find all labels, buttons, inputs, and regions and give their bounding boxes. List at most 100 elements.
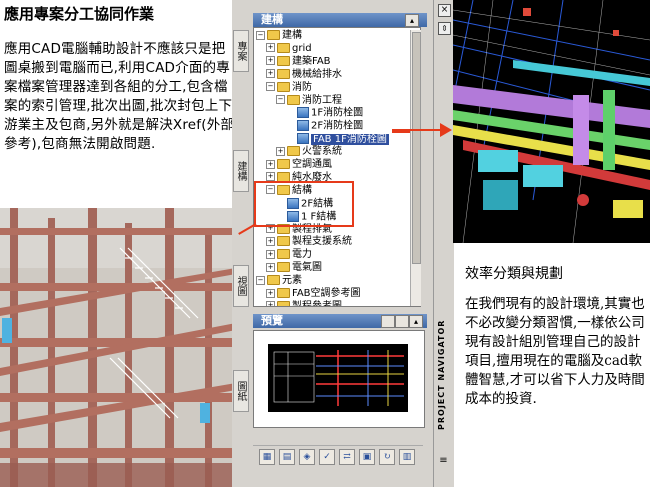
tree-item[interactable]: + 火警系統 xyxy=(276,146,342,158)
tree-item-label: FAB 1F消防栓圖 xyxy=(311,133,389,145)
tree-item[interactable]: − 消防 xyxy=(266,81,312,94)
tree-item-selected[interactable]: FAB 1F消防栓圖 xyxy=(286,133,389,145)
tree-item-label: 電氣圖 xyxy=(292,262,322,274)
tree-item-label: 製程支援系統 xyxy=(292,236,352,248)
tree-item[interactable]: + grid xyxy=(266,42,312,55)
tree-item-label: 火警系統 xyxy=(302,146,342,158)
folder-icon xyxy=(277,300,290,306)
tree-item[interactable]: 2F消防栓圖 xyxy=(286,120,363,132)
tree-item-label: 1F消防栓圖 xyxy=(311,107,364,119)
tree-item-label: 建築FAB xyxy=(292,55,331,67)
tree-item-label: 2F消防栓圖 xyxy=(311,120,364,132)
tree-item-label: 機械給排水 xyxy=(292,68,342,80)
preview-collapse-icon[interactable]: ▴ xyxy=(409,315,423,328)
etransmit-icon[interactable]: ▣ xyxy=(359,449,375,465)
publish-icon[interactable]: ▥ xyxy=(399,449,415,465)
fab-callout-arrow-icon xyxy=(440,123,452,137)
tab-project[interactable]: 專案 xyxy=(233,30,249,72)
folder-icon xyxy=(277,249,290,260)
tree-item[interactable]: + 電力 xyxy=(266,249,312,261)
expand-icon[interactable]: + xyxy=(266,301,275,306)
right-title: 效率分類與規劃 xyxy=(465,266,563,282)
tree-item[interactable]: + 機械給排水 xyxy=(266,68,342,81)
tree-item-label: 建構 xyxy=(282,30,302,41)
tree-item[interactable]: 1F消防栓圖 xyxy=(286,107,363,119)
structure-render-image xyxy=(0,208,236,487)
tree-item-label: 消防工程 xyxy=(302,94,342,106)
navigator-toolbar: ▦ ▤ ◈ ✓ ⇄ ▣ ↻ ▥ xyxy=(253,445,423,468)
repath-icon[interactable]: ⇄ xyxy=(339,449,355,465)
expand-icon[interactable]: + xyxy=(266,249,275,259)
tree-item[interactable]: + FAB空調參考圖 xyxy=(266,288,361,300)
project-tree: − 建構 + grid + 建築FAB + 機械給排水 − 消防 − 消防工程 1F消防栓圖 2F消防栓圖… xyxy=(253,27,421,307)
properties-icon[interactable]: ▤ xyxy=(279,449,295,465)
folder-icon xyxy=(277,55,290,66)
close-icon[interactable]: × xyxy=(438,4,451,17)
collapse-icon[interactable]: − xyxy=(266,82,275,92)
add-view-icon[interactable]: ▦ xyxy=(259,449,275,465)
navigator-vertical-label: PROJECT NAVIGATOR xyxy=(437,319,446,431)
expand-icon[interactable]: + xyxy=(266,288,275,298)
expand-icon[interactable]: + xyxy=(266,43,275,53)
folder-icon xyxy=(267,30,280,40)
tree-item[interactable]: + 空調通風 xyxy=(266,159,332,171)
tree-item[interactable]: + 製程參考圖 xyxy=(266,300,342,306)
folder-icon xyxy=(277,236,290,247)
preview-zoom-icon[interactable] xyxy=(395,315,409,328)
construct-file-icon xyxy=(297,120,309,132)
tree-item[interactable]: − 建構 xyxy=(256,30,302,42)
expand-icon[interactable]: + xyxy=(266,262,275,272)
tree-item-label: 電力 xyxy=(292,249,312,261)
tree-item[interactable]: + 製程支援系統 xyxy=(266,236,352,248)
tab-sheets[interactable]: 圖紙 xyxy=(233,370,249,412)
collapse-icon[interactable]: − xyxy=(276,95,285,104)
tree-item-label: grid xyxy=(292,42,312,54)
expand-icon[interactable]: + xyxy=(266,69,275,79)
expand-icon[interactable]: + xyxy=(276,146,285,156)
preview-header-label: 預覽 xyxy=(261,314,283,327)
construct-file-icon xyxy=(297,133,309,145)
tree-header: 建構 xyxy=(253,13,427,27)
tree-item-label: 消防 xyxy=(292,81,312,93)
expand-icon[interactable]: + xyxy=(266,159,275,169)
preview-option-icon[interactable] xyxy=(381,315,395,328)
collapse-icon[interactable]: − xyxy=(256,30,265,40)
tree-item[interactable]: − 消防工程 xyxy=(276,94,342,107)
pipe-render-image xyxy=(453,0,650,243)
collapse-icon[interactable]: − xyxy=(256,275,265,285)
tab-views[interactable]: 視圖 xyxy=(233,265,249,307)
navigator-title-bar: × ⇕ PROJECT NAVIGATOR ≡ xyxy=(433,0,454,487)
regen-icon[interactable]: ◈ xyxy=(299,449,315,465)
refresh-icon[interactable]: ↻ xyxy=(379,449,395,465)
tree-header-label: 建構 xyxy=(261,13,283,26)
folder-icon xyxy=(277,42,290,53)
tree-scroll-thumb[interactable] xyxy=(412,32,421,264)
navigator-side-tabs: 專案 建構 視圖 圖紙 xyxy=(232,0,250,487)
folder-icon xyxy=(277,81,290,92)
tree-item-label: 空調通風 xyxy=(292,159,332,170)
tree-item[interactable]: + 電氣圖 xyxy=(266,262,322,274)
tree-item[interactable]: + 建築FAB xyxy=(266,55,331,68)
project-navigator-panel: 建構 ▴ − 建構 + grid + 建築FAB + 機械給排水 − 消防 − 消防工程 1F消防栓圖 2… xyxy=(249,0,434,487)
menu-icon[interactable]: ≡ xyxy=(438,455,449,466)
right-paragraph: 在我們現有的設計環境,其實也不必改變分類習慣,一樣依公司現有設計組別管理自己的設… xyxy=(465,296,645,407)
left-title: 應用專案分工協同作業 xyxy=(4,5,155,23)
check-icon[interactable]: ✓ xyxy=(319,449,335,465)
left-paragraph: 應用CAD電腦輔助設計不應該只是把圖桌搬到電腦而已,利用CAD介面的專案檔案管理… xyxy=(4,41,235,152)
folder-icon xyxy=(277,159,290,169)
preview-thumbnail xyxy=(268,344,408,412)
structure-highlight-box xyxy=(254,181,354,227)
tab-constructs[interactable]: 建構 xyxy=(233,150,249,192)
expand-icon[interactable]: + xyxy=(266,236,275,246)
tree-scrollbar[interactable] xyxy=(410,30,421,306)
tree-item-label: FAB空調參考圖 xyxy=(292,288,361,299)
preview-pane xyxy=(253,330,425,428)
tree-item[interactable]: − 元素 xyxy=(256,275,302,287)
expand-icon[interactable]: + xyxy=(266,56,275,66)
folder-icon xyxy=(277,288,290,298)
folder-icon xyxy=(267,275,280,286)
autohide-icon[interactable]: ⇕ xyxy=(438,22,451,35)
folder-icon xyxy=(287,94,300,105)
folder-icon xyxy=(277,68,290,79)
tree-collapse-icon[interactable]: ▴ xyxy=(405,14,419,27)
